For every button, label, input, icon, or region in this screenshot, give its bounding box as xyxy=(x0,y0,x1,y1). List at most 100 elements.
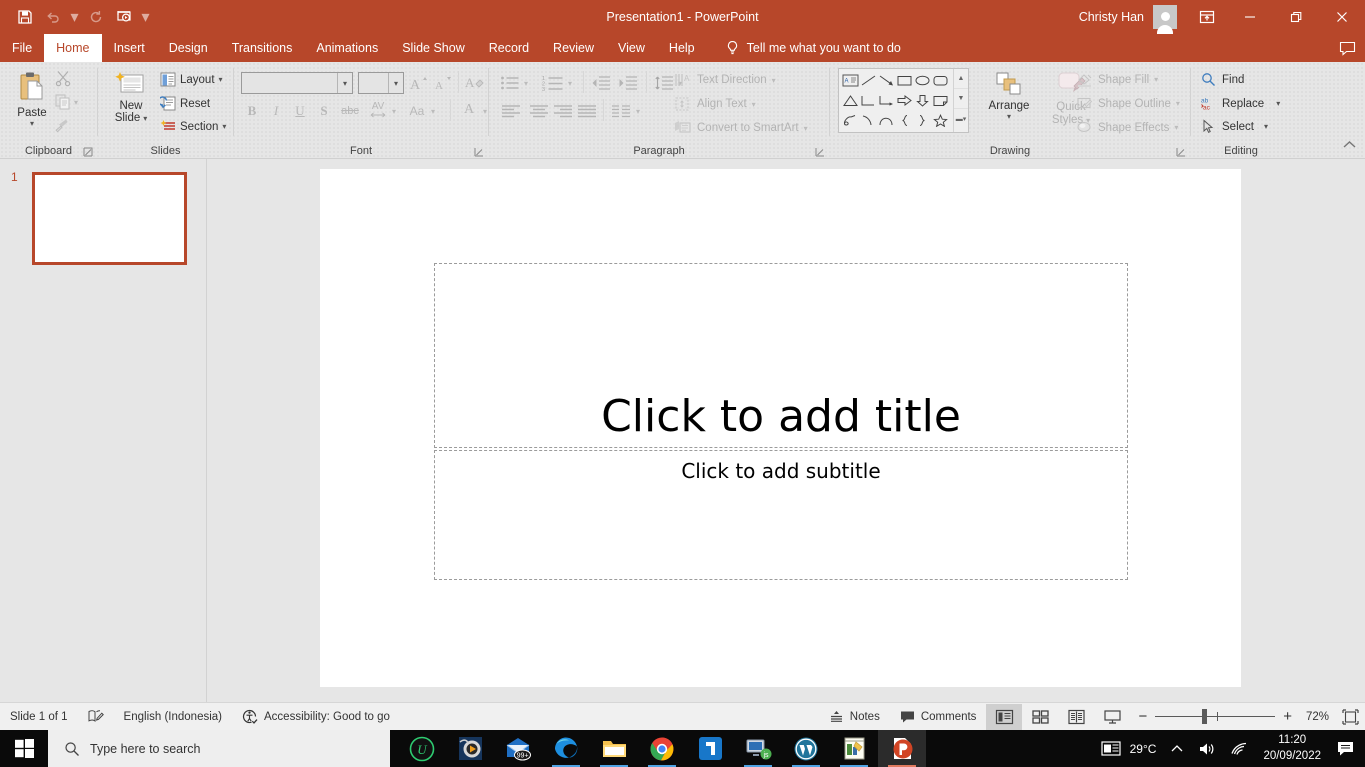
columns-button[interactable] xyxy=(608,100,634,122)
undo-icon[interactable] xyxy=(40,5,66,29)
slide-thumbnail-1[interactable] xyxy=(32,172,187,265)
font-dialog-launcher[interactable] xyxy=(474,145,485,157)
taskbar-search-box[interactable]: Type here to search xyxy=(48,730,390,767)
layout-dropdown-icon[interactable]: ▾ xyxy=(219,75,223,84)
accessibility-checker[interactable]: Accessibility: Good to go xyxy=(232,703,400,731)
tab-design[interactable]: Design xyxy=(157,34,220,62)
layout-button[interactable]: Layout ▾ xyxy=(160,72,223,87)
underline-button[interactable]: U xyxy=(289,100,311,122)
shape-effects-dropdown-icon[interactable]: ▾ xyxy=(1174,123,1178,132)
new-slide-dropdown-icon[interactable]: ▾ xyxy=(143,114,147,123)
shape-gallery-scrollbar[interactable]: ▲ ▼ ▬ ▾ xyxy=(953,69,968,132)
paragraph-dialog-launcher[interactable] xyxy=(815,145,826,157)
taskbar-clock[interactable]: 11:20 20/09/2022 xyxy=(1255,730,1329,767)
zoom-level[interactable]: 72% xyxy=(1300,703,1335,731)
ribbon-display-options-icon[interactable] xyxy=(1187,0,1227,34)
select-button[interactable]: Select ▾ xyxy=(1201,119,1268,134)
slide-sorter-view-button[interactable] xyxy=(1022,704,1058,730)
copy-button[interactable] xyxy=(54,93,72,116)
tab-home[interactable]: Home xyxy=(44,34,102,62)
oval-shape-icon[interactable] xyxy=(913,71,931,90)
section-dropdown-icon[interactable]: ▾ xyxy=(222,122,226,131)
shape-gallery-scroll-down-icon[interactable]: ▼ xyxy=(954,89,968,109)
arc-shape-icon[interactable] xyxy=(859,111,877,130)
down-arrow-shape-icon[interactable] xyxy=(913,91,931,110)
line-shape-icon[interactable] xyxy=(859,71,877,90)
decrease-font-size-button[interactable]: A xyxy=(432,73,454,93)
decrease-indent-button[interactable] xyxy=(589,72,613,94)
normal-view-button[interactable] xyxy=(986,703,1023,730)
rectangle-shape-icon[interactable] xyxy=(895,71,913,90)
wifi-icon[interactable] xyxy=(1223,730,1255,767)
paste-button[interactable]: Paste ▾ xyxy=(10,70,54,128)
select-dropdown-icon[interactable]: ▾ xyxy=(1264,122,1268,131)
font-name-input[interactable]: ▾ xyxy=(241,72,353,94)
start-button[interactable] xyxy=(0,730,48,767)
increase-font-size-button[interactable]: A xyxy=(408,73,430,93)
character-spacing-dropdown-icon[interactable]: ▾ xyxy=(392,107,396,116)
slide-count[interactable]: Slide 1 of 1 xyxy=(0,703,78,731)
shape-gallery-more-icon[interactable]: ▬ ▾ xyxy=(954,109,968,129)
align-text-button[interactable]: Align Text ▾ xyxy=(674,96,756,112)
zoom-out-button[interactable]: − xyxy=(1130,703,1155,731)
title-placeholder[interactable]: Click to add title xyxy=(434,263,1128,448)
wordpress-icon[interactable] xyxy=(782,730,830,767)
left-brace-shape-icon[interactable] xyxy=(895,111,913,130)
convert-to-smartart-button[interactable]: Convert to SmartArt ▾ xyxy=(674,120,808,136)
elbow-arrow-connector-shape-icon[interactable] xyxy=(877,91,895,110)
drawing-dialog-launcher[interactable] xyxy=(1176,145,1187,157)
avatar[interactable] xyxy=(1153,5,1177,34)
triangle-shape-icon[interactable] xyxy=(841,91,859,110)
text-box-shape-icon[interactable]: A xyxy=(841,71,859,90)
arrange-dropdown-icon[interactable]: ▾ xyxy=(1007,112,1011,121)
shape-gallery[interactable]: A ▲ ▼ ▬ ▾ xyxy=(838,68,969,133)
collapse-ribbon-button[interactable] xyxy=(1342,138,1357,156)
shape-outline-button[interactable]: Shape Outline ▾ xyxy=(1076,96,1180,111)
new-slide-button[interactable]: New Slide ▾ xyxy=(106,70,156,124)
change-case-button[interactable]: Aa xyxy=(404,100,430,122)
tell-me-search[interactable]: Tell me what you want to do xyxy=(707,34,901,62)
save-icon[interactable] xyxy=(12,5,38,29)
clipboard-dialog-launcher[interactable] xyxy=(83,145,94,157)
account-name[interactable]: Christy Han xyxy=(1079,10,1153,24)
format-painter-button[interactable] xyxy=(52,117,74,140)
align-right-button[interactable] xyxy=(550,100,576,122)
copy-dropdown-icon[interactable]: ▾ xyxy=(74,98,78,107)
slide-show-button[interactable] xyxy=(1094,704,1130,730)
powerpoint-icon[interactable] xyxy=(878,730,926,767)
font-color-button[interactable]: A xyxy=(457,98,481,122)
iobit-uninstaller-icon[interactable]: U xyxy=(398,730,446,767)
font-name-dropdown-icon[interactable]: ▾ xyxy=(337,73,352,93)
notifications-icon[interactable] xyxy=(1329,730,1365,767)
paste-dropdown-icon[interactable]: ▾ xyxy=(30,119,34,128)
find-button[interactable]: Find xyxy=(1201,72,1244,87)
notepad-icon[interactable] xyxy=(830,730,878,767)
start-from-beginning-icon[interactable] xyxy=(111,5,137,29)
tab-animations[interactable]: Animations xyxy=(304,34,390,62)
media-player-icon[interactable] xyxy=(446,730,494,767)
reset-button[interactable]: Reset xyxy=(160,96,210,111)
volume-icon[interactable] xyxy=(1191,730,1223,767)
cut-button[interactable] xyxy=(54,69,72,92)
reading-view-button[interactable] xyxy=(1058,704,1094,730)
fit-slide-to-window-button[interactable] xyxy=(1335,704,1365,730)
bold-button[interactable]: B xyxy=(241,100,263,122)
italic-button[interactable]: I xyxy=(265,100,287,122)
increase-indent-button[interactable] xyxy=(616,72,640,94)
replace-button[interactable]: ab ac Replace ▾ xyxy=(1201,96,1280,112)
line-arrow-shape-icon[interactable] xyxy=(877,71,895,90)
columns-dropdown-icon[interactable]: ▾ xyxy=(636,107,640,116)
font-size-input[interactable]: ▾ xyxy=(358,72,404,94)
zoom-slider-thumb[interactable] xyxy=(1202,708,1208,724)
comments-button[interactable]: Comments xyxy=(890,703,987,731)
change-case-dropdown-icon[interactable]: ▾ xyxy=(431,107,435,116)
star-shape-icon[interactable] xyxy=(931,111,949,130)
temperature-label[interactable]: 29°C xyxy=(1128,730,1164,767)
right-brace-shape-icon[interactable] xyxy=(913,111,931,130)
line-spacing-button[interactable] xyxy=(652,72,676,94)
justify-button[interactable] xyxy=(574,100,600,122)
shape-gallery-scroll-up-icon[interactable]: ▲ xyxy=(954,69,968,89)
notes-button[interactable]: Notes xyxy=(819,703,890,731)
numbering-button[interactable]: 123 xyxy=(540,72,566,94)
font-color-dropdown-icon[interactable]: ▾ xyxy=(483,107,487,116)
